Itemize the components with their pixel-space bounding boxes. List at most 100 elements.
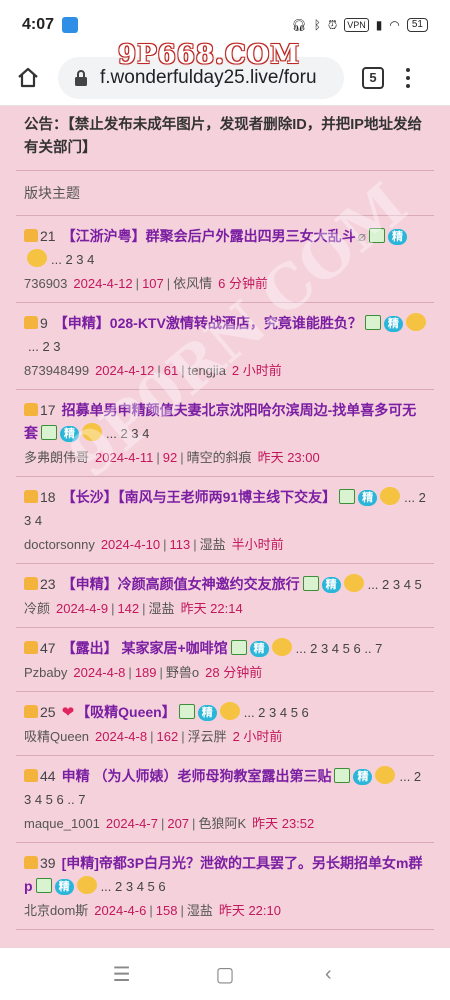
thumbs-up-icon bbox=[24, 641, 38, 654]
thread-title-line: 9 【申精】028-KTV激情转战酒店，究竟谁能胜负？ 精 ... 2 3 bbox=[24, 312, 426, 358]
page-links[interactable]: ... 2 3 4 bbox=[106, 426, 149, 441]
thread-date: 2024-4-10 bbox=[100, 537, 161, 552]
last-post-time: 半小时前 bbox=[231, 537, 284, 552]
like-count: 9 bbox=[40, 315, 48, 331]
thread-row[interactable]: 23 【申精】冷颜高颜值女神邀约交友旅行 精 ... 2 3 4 5 冷颜 2024-4-… bbox=[16, 564, 434, 628]
back-button[interactable]: ‹ bbox=[308, 963, 348, 986]
thread-title-link[interactable]: 申精 （为人师婊）老师母狗教室露出第三贴 bbox=[62, 768, 332, 784]
separator: | bbox=[111, 601, 115, 616]
home-button[interactable] bbox=[12, 62, 44, 94]
thread-meta: 冷颜 2024-4-9 | 142 | 湿盐 昨天 22:14 bbox=[24, 598, 426, 617]
hot-icon bbox=[271, 638, 292, 656]
thread-row[interactable]: 17 招募单男申精颜值夫妻北京沈阳哈尔滨周边-找单喜多可无套精... 2 3 4多… bbox=[16, 390, 434, 477]
image-attachment-icon bbox=[369, 228, 386, 243]
separator: | bbox=[180, 903, 184, 918]
alarm-icon: ⏰︎ bbox=[327, 17, 338, 32]
last-poster[interactable]: 野兽o bbox=[166, 665, 199, 680]
forum-content: 9P0RN.COM 公告：【禁止发布未成年图片，发现者删除ID，并把IP地址发给… bbox=[0, 106, 450, 948]
image-attachment-icon bbox=[334, 768, 351, 783]
recent-apps-button[interactable]: ☰ bbox=[102, 962, 142, 987]
page-links[interactable]: ... 2 3 4 5 6 bbox=[244, 705, 309, 720]
like-count: 17 bbox=[40, 402, 56, 418]
last-poster[interactable]: 依风情 bbox=[173, 276, 212, 291]
thread-row[interactable]: 44 申精 （为人师婊）老师母狗教室露出第三贴精... 2 3 4 5 6 .. … bbox=[16, 756, 434, 843]
last-poster[interactable]: tengjia bbox=[188, 363, 226, 378]
reply-count: 162 bbox=[156, 729, 179, 744]
thread-date: 2024-4-7 bbox=[105, 816, 158, 831]
thread-author[interactable]: maque_1001 bbox=[24, 816, 100, 831]
thread-title-link[interactable]: 【申精】028-KTV激情转战酒店，究竟谁能胜负？ bbox=[54, 315, 362, 331]
headphones-icon: 🎧︎ bbox=[291, 18, 307, 32]
thread-author[interactable]: Pzbaby bbox=[24, 665, 67, 680]
last-poster[interactable]: 湿盐 bbox=[149, 601, 175, 616]
thread-author[interactable]: 冷颜 bbox=[24, 601, 50, 616]
last-poster[interactable]: 浮云胖 bbox=[188, 729, 227, 744]
home-nav-button[interactable]: ▢ bbox=[205, 962, 245, 987]
thread-row[interactable]: 21 【江浙沪粤】群聚会后户外露出四男三女大乱斗 ⌀ 精 ... 2 3 4 736903… bbox=[16, 216, 434, 303]
thread-title-link[interactable]: 【申精】冷颜高颜值女神邀约交友旅行 bbox=[62, 576, 300, 592]
thread-title-link[interactable]: 【吸精Queen】 bbox=[76, 704, 176, 720]
page-links[interactable]: ... 2 3 bbox=[28, 339, 61, 354]
last-post-time: 昨天 22:10 bbox=[218, 903, 281, 918]
separator: | bbox=[181, 363, 185, 378]
hot-icon bbox=[380, 487, 401, 505]
last-poster[interactable]: 湿盐 bbox=[200, 537, 226, 552]
app-notification-icon bbox=[62, 17, 79, 33]
tab-switcher-button[interactable]: 5 bbox=[362, 66, 384, 89]
featured-badge: 精 bbox=[60, 426, 79, 442]
status-icons: 🎧︎ ᛒ ⏰︎ VPN ▮ ◠ 51 bbox=[291, 18, 428, 33]
thread-title-link[interactable]: 【露出】 某家家居+咖啡馆 bbox=[62, 640, 228, 656]
featured-badge: 精 bbox=[197, 705, 217, 721]
thread-author[interactable]: 北京dom斯 bbox=[24, 903, 88, 918]
last-post-time: 28 分钟前 bbox=[205, 665, 263, 680]
page-links[interactable]: ... 2 3 4 bbox=[51, 252, 94, 267]
reply-count: 142 bbox=[117, 601, 140, 616]
thread-author[interactable]: 736903 bbox=[24, 276, 67, 291]
announcement: 公告：【禁止发布未成年图片，发现者删除ID，并把IP地址发给有关部门】 bbox=[16, 106, 434, 171]
thread-row[interactable]: 39 [申精]帝都3P白月光？泄欲的工具罢了。另长期招单女m群p 精... 2 3 … bbox=[16, 843, 434, 930]
hot-icon bbox=[375, 766, 396, 784]
thread-meta: 多弗朗伟哥 2024-4-11 | 92 | 晴空的斜痕 昨天 23:00 bbox=[24, 447, 426, 466]
thread-date: 2024-4-12 bbox=[73, 276, 133, 291]
page-links[interactable]: ... 2 3 4 5 6 .. 7 bbox=[296, 641, 383, 656]
last-post-time: 昨天 22:14 bbox=[180, 601, 243, 616]
thread-date: 2024-4-9 bbox=[56, 601, 109, 616]
thread-row[interactable]: 47 【露出】 某家家居+咖啡馆 精 ... 2 3 4 5 6 .. 7 Pzbaby… bbox=[16, 628, 434, 692]
vpn-icon: VPN bbox=[344, 18, 369, 32]
thread-author[interactable]: 873948499 bbox=[24, 363, 89, 378]
thread-meta: maque_1001 2024-4-7 | 207 | 色狼阿K 昨天 23:52 bbox=[24, 813, 426, 832]
page-links[interactable]: ... 2 3 4 5 6 bbox=[101, 879, 166, 894]
like-count: 23 bbox=[40, 576, 56, 592]
last-poster[interactable]: 湿盐 bbox=[187, 903, 213, 918]
image-attachment-icon bbox=[35, 878, 52, 893]
reply-count: 207 bbox=[167, 816, 190, 831]
thread-title-line: 44 申精 （为人师婊）老师母狗教室露出第三贴精... 2 3 4 5 6 .. … bbox=[24, 765, 426, 811]
image-attachment-icon bbox=[230, 640, 247, 655]
thread-author[interactable]: 吸精Queen bbox=[24, 729, 89, 744]
page-links[interactable]: ... 2 3 4 5 bbox=[368, 577, 422, 592]
thread-title-link[interactable]: 【长沙】【南风与王老师两91博主线下交友】 bbox=[62, 489, 337, 505]
like-count: 25 bbox=[40, 704, 56, 720]
last-poster[interactable]: 色狼阿K bbox=[198, 816, 246, 831]
separator: | bbox=[192, 816, 196, 831]
last-post-time: 昨天 23:52 bbox=[252, 816, 315, 831]
thumbs-up-icon bbox=[24, 229, 38, 242]
separator: | bbox=[193, 537, 197, 552]
image-attachment-icon bbox=[178, 704, 195, 719]
like-count: 21 bbox=[40, 228, 56, 244]
thread-title-line: 23 【申精】冷颜高颜值女神邀约交友旅行 精 ... 2 3 4 5 bbox=[24, 573, 426, 596]
thread-meta: 736903 2024-4-12 | 107 | 依风情 6 分钟前 bbox=[24, 273, 426, 292]
home-icon bbox=[18, 67, 38, 87]
reply-count: 158 bbox=[155, 903, 178, 918]
last-post-time: 2 小时前 bbox=[232, 729, 283, 744]
thread-row[interactable]: 9 【申精】028-KTV激情转战酒店，究竟谁能胜负？ 精 ... 2 3 873948… bbox=[16, 303, 434, 390]
thread-row[interactable]: 25 ❤ 【吸精Queen】 精 ... 2 3 4 5 6 吸精Queen 2024-4-… bbox=[16, 692, 434, 756]
thread-row[interactable]: 18 【长沙】【南风与王老师两91博主线下交友】精... 2 3 4 doctors… bbox=[16, 477, 434, 564]
overflow-menu-icon[interactable] bbox=[406, 67, 410, 88]
image-attachment-icon bbox=[302, 576, 319, 591]
thumbs-up-icon bbox=[24, 769, 38, 782]
thread-author[interactable]: doctorsonny bbox=[24, 537, 95, 552]
last-poster[interactable]: 晴空的斜痕 bbox=[187, 450, 252, 465]
thread-title-link[interactable]: 【江浙沪粤】群聚会后户外露出四男三女大乱斗 bbox=[62, 228, 356, 244]
thread-author[interactable]: 多弗朗伟哥 bbox=[24, 450, 89, 465]
